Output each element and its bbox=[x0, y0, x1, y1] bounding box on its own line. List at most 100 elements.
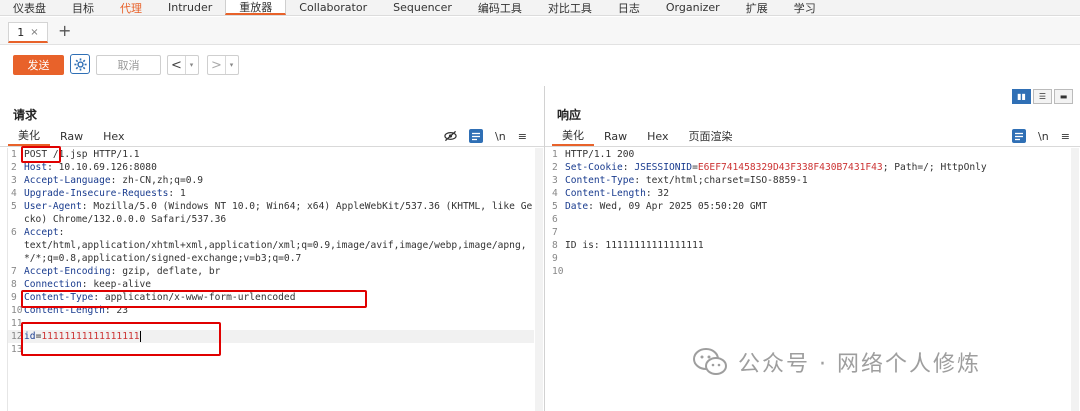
top-nav-tab[interactable]: 重放器 bbox=[225, 0, 287, 15]
cancel-button[interactable]: 取消 bbox=[96, 55, 161, 75]
request-view-tab[interactable]: Raw bbox=[50, 126, 93, 146]
sub-tab-bar: 1 × + bbox=[0, 17, 1080, 45]
token: : zh-CN,zh;q=0.9 bbox=[110, 175, 204, 186]
top-nav-tab[interactable]: 编码工具 bbox=[465, 0, 535, 15]
line-number: 5 bbox=[552, 201, 558, 212]
response-view-tab[interactable]: Hex bbox=[637, 126, 678, 146]
top-nav-tab[interactable]: 学习 bbox=[781, 0, 829, 15]
line-number: 5 bbox=[11, 201, 17, 212]
response-view-tab[interactable]: 美化 bbox=[552, 126, 594, 146]
request-toolbar: 发送 取消 < ▾ > ▾ bbox=[0, 46, 1080, 86]
top-nav-tab[interactable]: 目标 bbox=[59, 0, 107, 15]
pretty-print-icon[interactable] bbox=[469, 129, 483, 143]
eye-slash-icon bbox=[444, 130, 457, 142]
line-number: 9 bbox=[552, 253, 558, 264]
token: : Mozilla/5.0 (Windows NT 10.0; Win64; x… bbox=[24, 201, 533, 225]
line-content: Accept-Encoding: gzip, deflate, br bbox=[24, 265, 220, 278]
pane-splitter[interactable] bbox=[544, 86, 545, 411]
token: : text/html;charset=ISO-8859-1 bbox=[634, 175, 808, 186]
line-content: Upgrade-Insecure-Requests: 1 bbox=[24, 187, 186, 200]
highlight-post-method bbox=[21, 146, 61, 163]
request-view-tab[interactable]: Hex bbox=[93, 126, 134, 146]
response-tabs-divider bbox=[545, 146, 1080, 147]
repeater-tab-1[interactable]: 1 × bbox=[8, 22, 48, 43]
layout-toggle: ▮▮ ☰ ▬ bbox=[1012, 89, 1073, 104]
line-content: User-Agent: Mozilla/5.0 (Windows NT 10.0… bbox=[24, 200, 534, 226]
hide-nonprintable-icon[interactable] bbox=[444, 130, 457, 142]
forward-dropdown-icon[interactable]: ▾ bbox=[225, 56, 237, 74]
forward-arrow-icon[interactable]: > bbox=[208, 56, 225, 74]
top-nav-tab[interactable]: Intruder bbox=[155, 0, 225, 15]
token: Content-Type bbox=[565, 175, 635, 186]
send-button[interactable]: 发送 bbox=[13, 55, 64, 75]
response-menu-icon[interactable]: ≡ bbox=[1061, 130, 1070, 143]
code-line: 10 bbox=[549, 265, 1069, 278]
single-pane-layout-icon[interactable]: ▬ bbox=[1054, 89, 1073, 104]
newline-toggle-icon[interactable]: \n bbox=[495, 130, 506, 143]
top-nav-tab[interactable]: 仪表盘 bbox=[0, 0, 59, 15]
side-by-side-layout-icon[interactable]: ▮▮ bbox=[1012, 89, 1031, 104]
pretty-print-icon[interactable] bbox=[1012, 129, 1026, 143]
code-line: 6 bbox=[549, 213, 1069, 226]
close-icon[interactable]: × bbox=[30, 27, 38, 38]
line-content: Content-Length: 32 bbox=[565, 187, 669, 200]
line-number: 6 bbox=[552, 214, 558, 225]
top-nav-tab[interactable]: Sequencer bbox=[380, 0, 465, 15]
top-nav-tab[interactable]: 日志 bbox=[605, 0, 653, 15]
repeater-tab-label: 1 bbox=[17, 25, 25, 39]
wrap-lines-icon bbox=[1015, 132, 1023, 140]
top-nav-tab[interactable]: 对比工具 bbox=[535, 0, 605, 15]
code-line: 8 ID is: 11111111111111111 bbox=[549, 239, 1069, 252]
code-line: 5 User-Agent: Mozilla/5.0 (Windows NT 10.… bbox=[8, 200, 534, 226]
settings-gear-icon[interactable] bbox=[70, 54, 90, 74]
code-line: 3 Accept-Language: zh-CN,zh;q=0.9 bbox=[8, 174, 534, 187]
request-editor[interactable]: 1 POST /1.jsp HTTP/1.1 2 Host: 10.10.69.126… bbox=[8, 148, 534, 411]
code-line: 1 POST /1.jsp HTTP/1.1 bbox=[8, 148, 534, 161]
code-line: 4 Content-Length: 32 bbox=[549, 187, 1069, 200]
response-scrollbar[interactable] bbox=[1071, 148, 1079, 411]
response-view-tabs: 美化 Raw Hex 页面渲染 bbox=[552, 126, 743, 146]
wrap-lines-icon bbox=[472, 132, 480, 140]
newline-toggle-icon[interactable]: \n bbox=[1038, 130, 1049, 143]
token: : bbox=[622, 162, 635, 173]
token: : keep-alive bbox=[81, 279, 152, 290]
back-arrow-icon[interactable]: < bbox=[168, 56, 185, 74]
request-view-tab[interactable]: 美化 bbox=[8, 126, 50, 146]
request-tabs-divider bbox=[0, 146, 544, 147]
back-dropdown-icon[interactable]: ▾ bbox=[185, 56, 197, 74]
top-nav-tab[interactable]: Organizer bbox=[653, 0, 733, 15]
token: Set-Cookie bbox=[565, 162, 623, 173]
line-number: 10 bbox=[552, 266, 564, 277]
token: : 1 bbox=[168, 188, 186, 199]
token: Host bbox=[24, 162, 48, 173]
token: : 10.10.69.126:8080 bbox=[47, 162, 157, 173]
line-number: 6 bbox=[11, 227, 17, 238]
code-line: 6 Accept: text/html,application/xhtml+xml… bbox=[8, 226, 534, 265]
token: ID is: 11111111111111111 bbox=[565, 240, 704, 251]
add-tab-button[interactable]: + bbox=[58, 21, 71, 40]
response-view-tab[interactable]: Raw bbox=[594, 126, 637, 146]
line-content: Accept-Language: zh-CN,zh;q=0.9 bbox=[24, 174, 203, 187]
top-nav-tab[interactable]: 扩展 bbox=[733, 0, 781, 15]
line-number: 7 bbox=[552, 227, 558, 238]
line-number: 3 bbox=[552, 175, 558, 186]
line-content: Set-Cookie: JSESSIONID=E6EF741458329D43F… bbox=[565, 161, 987, 174]
top-nav-tab[interactable]: Collaborator bbox=[286, 0, 380, 15]
request-scrollbar[interactable] bbox=[535, 148, 543, 411]
top-nav-tab[interactable]: 代理 bbox=[107, 0, 155, 15]
code-line: 4 Upgrade-Insecure-Requests: 1 bbox=[8, 187, 534, 200]
line-content: HTTP/1.1 200 bbox=[565, 148, 634, 161]
highlight-id-param bbox=[21, 322, 221, 356]
token: : text/html,application/xhtml+xml,applic… bbox=[24, 227, 527, 264]
code-line: 2 Host: 10.10.69.126:8080 bbox=[8, 161, 534, 174]
token: Accept-Language bbox=[24, 175, 111, 186]
response-panel-title: 响应 bbox=[557, 108, 582, 122]
line-number: 7 bbox=[11, 266, 17, 277]
stacked-layout-icon[interactable]: ☰ bbox=[1033, 89, 1052, 104]
line-number: 1 bbox=[552, 149, 558, 160]
request-menu-icon[interactable]: ≡ bbox=[518, 130, 527, 143]
code-line: 7 bbox=[549, 226, 1069, 239]
response-view-tab[interactable]: 页面渲染 bbox=[679, 126, 743, 146]
token: User-Agent bbox=[24, 201, 82, 212]
top-nav: 仪表盘 目标 代理 Intruder 重放器 Collaborator Sequencer 编… bbox=[0, 0, 1080, 16]
